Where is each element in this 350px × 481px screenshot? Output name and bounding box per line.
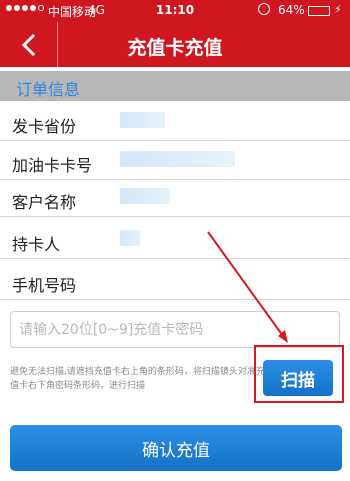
obscured-value [120,151,235,167]
field-row-phone[interactable]: 手机号码 [0,263,350,300]
nav-bar: 充值卡充值 [0,22,350,67]
field-row-cardholder[interactable]: 持卡人 [0,222,350,259]
field-label: 发卡省份 [12,117,77,136]
field-label: 持卡人 [12,235,61,254]
field-label: 客户名称 [12,193,77,212]
battery-icon [308,6,330,16]
confirm-recharge-button[interactable]: 确认充值 [10,425,342,471]
obscured-value [120,112,165,128]
rotation-lock-icon [258,3,270,15]
section-header: 订单信息 [0,71,350,101]
field-row-customer-name[interactable]: 客户名称 [0,180,350,217]
field-label: 加油卡卡号 [12,156,93,175]
scan-hint: 避免无法扫描,请遮挡充值卡右上角的条形码，将扫描镜头对准充值卡右下角密码条形码，… [10,367,265,391]
obscured-value [120,230,140,246]
card-password-input[interactable] [10,311,340,348]
field-label: 手机号码 [12,276,77,295]
field-row-province[interactable]: 发卡省份 [0,104,350,141]
page-title: 充值卡充值 [127,37,223,59]
scan-button[interactable]: 扫描 [263,360,333,396]
field-row-card-number[interactable]: 加油卡卡号 [0,143,350,180]
battery-percent: 64% [278,3,305,17]
section-title: 订单信息 [16,80,81,99]
charging-icon: ⚡ [334,3,342,16]
obscured-value [120,188,170,204]
status-bar: 中国移动 4G 11:10 64% ⚡ [0,0,350,22]
